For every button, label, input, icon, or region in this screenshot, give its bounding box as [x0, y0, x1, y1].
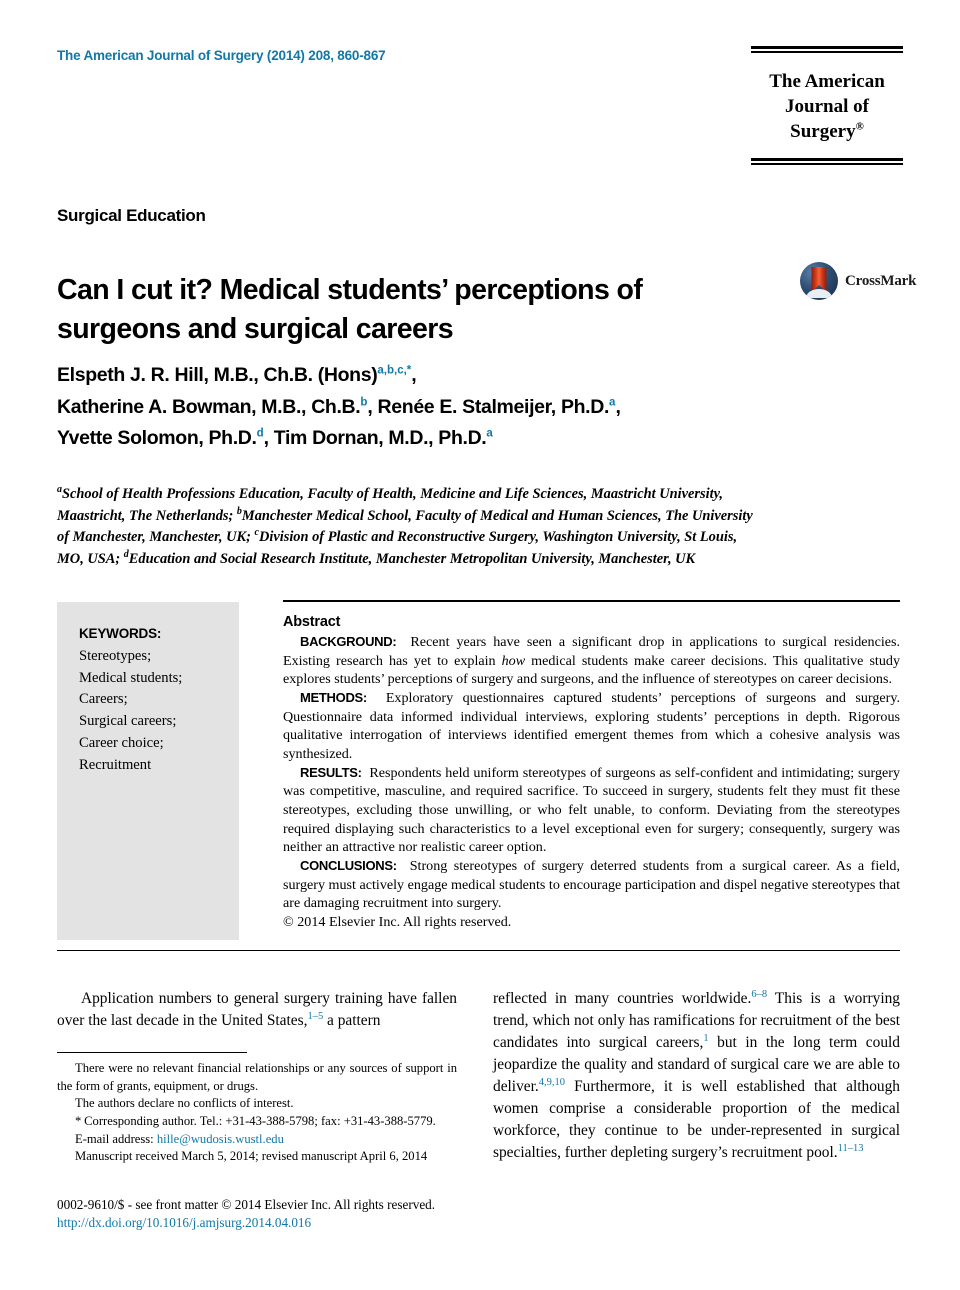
author-1-sep: ,: [411, 364, 417, 386]
abstract-methods-text: Exploratory questionnaires captured stud…: [283, 690, 900, 763]
abstract-bottom-rule: [57, 950, 900, 951]
abstract-section: Abstract BACKGROUND: Recent years have s…: [283, 614, 900, 932]
author-1: Elspeth J. R. Hill, M.B., Ch.B. (Hons): [57, 364, 378, 386]
abstract-background-italic: how: [501, 652, 526, 669]
footnote-manuscript-dates: Manuscript received March 5, 2014; revis…: [75, 1149, 428, 1164]
keyword-item: Recruitment: [79, 756, 152, 773]
citation-ref[interactable]: 6–8: [751, 989, 767, 1000]
logo-rule-top: [751, 46, 903, 53]
keyword-item: Surgical careers;: [79, 713, 177, 730]
author-4-affil-mark: d: [256, 427, 264, 440]
abstract-conclusions: CONCLUSIONS: Strong stereotypes of surge…: [283, 857, 900, 913]
keyword-item: Careers;: [79, 691, 128, 708]
abstract-conclusions-label: CONCLUSIONS:: [300, 858, 397, 874]
author-3: , Renée E. Stalmeijer, Ph.D.: [367, 395, 610, 418]
author-1-affil-marks: a,b,c,: [377, 364, 407, 377]
body-left-tail: a pattern: [323, 1012, 381, 1029]
abstract-title: Abstract: [283, 614, 341, 630]
logo-line-2: Journal of Surgery®: [751, 94, 903, 144]
footnote-corresponding: * Corresponding author. Tel.: +31-43-388…: [57, 1113, 457, 1131]
abstract-background: BACKGROUND: Recent years have seen a sig…: [283, 633, 900, 689]
keywords-list: Stereotypes; Medical students; Careers; …: [79, 646, 239, 776]
citation-ref[interactable]: 4,9,10: [539, 1077, 565, 1088]
keyword-item: Career choice;: [79, 734, 164, 751]
keyword-item: Stereotypes;: [79, 648, 152, 664]
corresponding-text: Corresponding author. Tel.: +31-43-388-5…: [81, 1113, 436, 1128]
doi-link[interactable]: http://dx.doi.org/10.1016/j.amjsurg.2014…: [57, 1214, 657, 1232]
abstract-methods: METHODS: Exploratory questionnaires capt…: [283, 689, 900, 764]
abstract-background-label: BACKGROUND:: [300, 634, 397, 649]
logo-line-1: The American: [769, 71, 885, 92]
journal-logo: The American Journal of Surgery®: [751, 46, 903, 166]
keywords-title: KEYWORDS:: [79, 626, 162, 641]
affiliation-d: Education and Social Research Institute,…: [128, 550, 696, 567]
citation-ref[interactable]: 11–13: [838, 1143, 864, 1154]
footnote-block: There were no relevant financial relatio…: [57, 1060, 457, 1166]
logo-text: The American Journal of Surgery®: [751, 69, 903, 144]
author-5-affil-mark: a: [486, 427, 493, 440]
footnote-email: E-mail address: hille@wudosis.wustl.edu: [57, 1131, 457, 1149]
affiliation-list: aSchool of Health Professions Education,…: [57, 483, 757, 570]
author-2: Katherine A. Bowman, M.B., Ch.B.: [57, 395, 361, 418]
author-list: Elspeth J. R. Hill, M.B., Ch.B. (Hons)a,…: [57, 360, 817, 455]
crossmark-label: CrossMark: [845, 272, 917, 289]
abstract-results-label: RESULTS:: [300, 764, 362, 780]
crossmark-badge-group[interactable]: CrossMark: [800, 262, 916, 300]
body-paragraph: reflected in many countries worldwide.6–…: [493, 988, 900, 1164]
body-column-right: reflected in many countries worldwide.6–…: [493, 988, 900, 1164]
page-title: Can I cut it? Medical students’ percepti…: [57, 274, 643, 346]
journal-masthead: The American Journal of Surgery (2014) 2…: [57, 48, 577, 63]
author-3-sep: ,: [615, 395, 621, 418]
footnote-conflicts: The authors declare no conflicts of inte…: [75, 1096, 294, 1111]
keyword-item: Medical students;: [79, 669, 183, 686]
body-paragraph: Application numbers to general surgery t…: [57, 988, 457, 1032]
email-label: E-mail address:: [75, 1131, 157, 1146]
logo-line-2-text: Journal of Surgery: [785, 96, 869, 143]
keywords-box: KEYWORDS: Stereotypes; Medical students;…: [57, 602, 239, 940]
abstract-results: RESULTS: Respondents held uniform stereo…: [283, 764, 900, 857]
journal-citation-line: The American Journal of Surgery (2014) 2…: [57, 48, 386, 63]
section-label: Surgical Education: [57, 206, 206, 225]
issn-line: 0002-9610/$ - see front matter © 2014 El…: [57, 1197, 436, 1212]
page-footer: 0002-9610/$ - see front matter © 2014 El…: [57, 1196, 657, 1232]
footnote-disclosure: There were no relevant financial relatio…: [57, 1061, 457, 1093]
abstract-copyright: © 2014 Elsevier Inc. All rights reserved…: [283, 914, 512, 931]
logo-rule-bottom: [751, 158, 903, 166]
body-left-text: Application numbers to general surgery t…: [57, 990, 457, 1029]
abstract-methods-label: METHODS:: [300, 690, 367, 706]
author-5: , Tim Dornan, M.D., Ph.D.: [263, 427, 487, 450]
logo-trademark: ®: [855, 120, 864, 133]
crossmark-icon: [800, 262, 838, 300]
abstract-results-text: Respondents held uniform stereotypes of …: [283, 764, 900, 856]
body-column-left: Application numbers to general surgery t…: [57, 988, 457, 1032]
citation-ref[interactable]: 1–5: [307, 1011, 323, 1022]
email-link[interactable]: hille@wudosis.wustl.edu: [157, 1132, 284, 1146]
author-4: Yvette Solomon, Ph.D.: [57, 427, 257, 450]
footnote-rule: [57, 1052, 247, 1053]
abstract-top-rule: [283, 600, 900, 602]
body-right-text-1: reflected in many countries worldwide.: [493, 990, 752, 1008]
article-page: The American Journal of Surgery (2014) 2…: [0, 0, 960, 1290]
